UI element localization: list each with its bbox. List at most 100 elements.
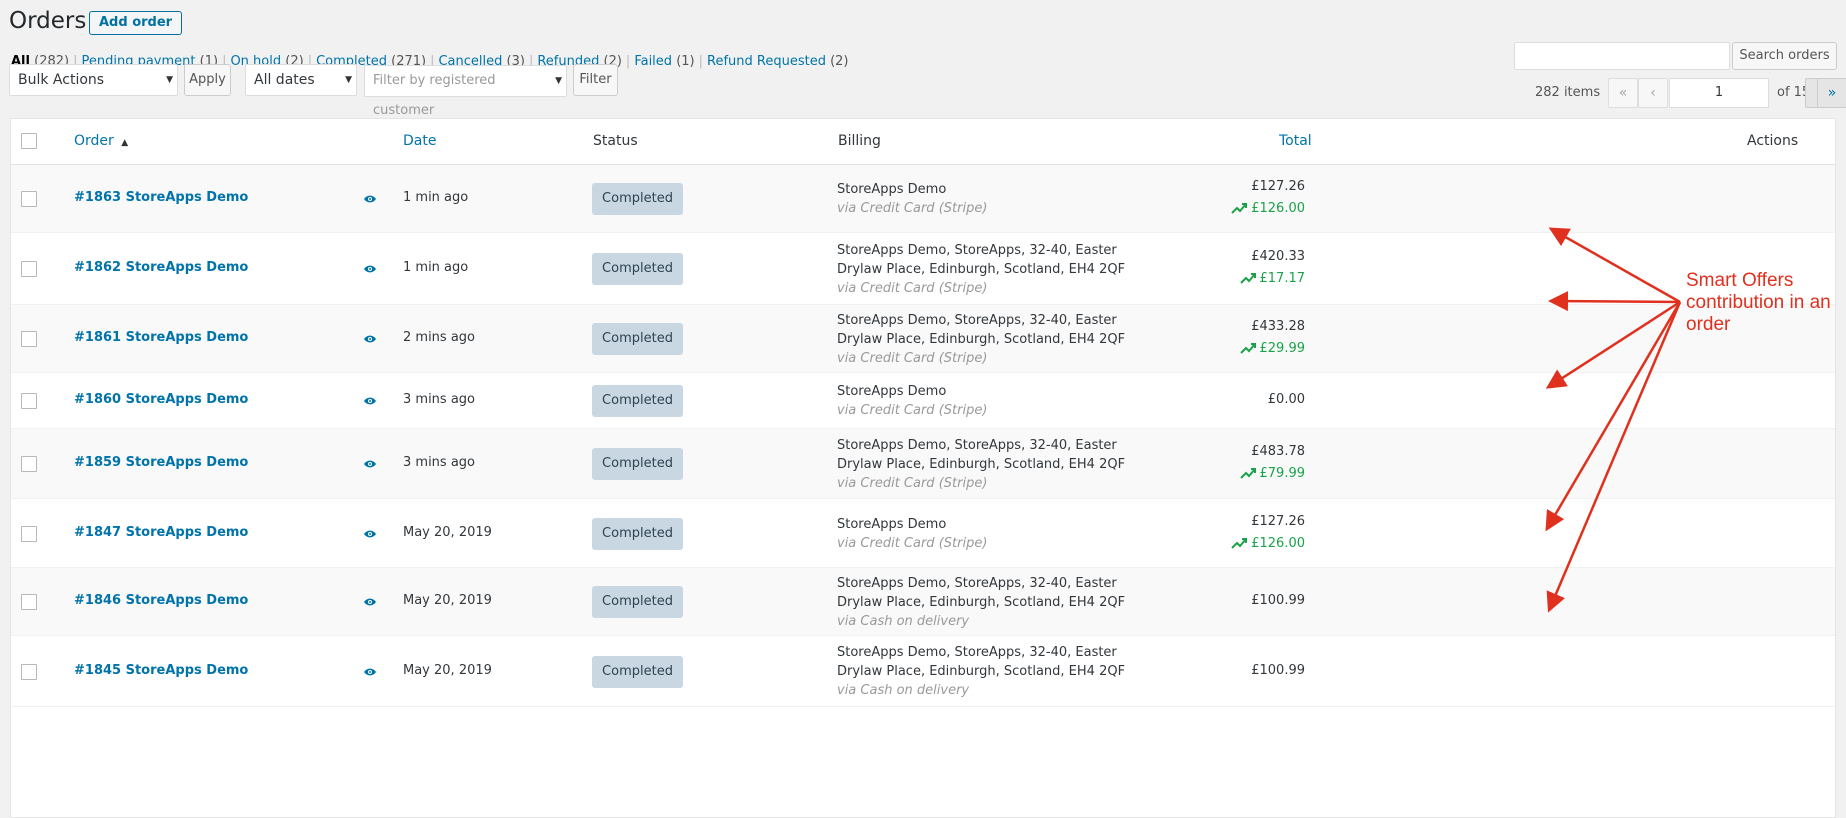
billing-cell: StoreApps Demo, StoreApps, 32-40, Easter…	[837, 241, 1237, 298]
order-link[interactable]: #1845 StoreApps Demo	[74, 663, 248, 678]
order-link[interactable]: #1860 StoreApps Demo	[74, 392, 248, 407]
row-checkbox[interactable]	[21, 663, 37, 680]
eye-icon[interactable]	[363, 529, 377, 539]
date-filter-value: All dates	[254, 72, 315, 88]
row-checkbox[interactable]	[21, 393, 37, 409]
payment-method: via Credit Card (Stripe)	[837, 403, 988, 418]
status-badge: Completed	[592, 323, 683, 355]
billing-cell: StoreApps Demo via Credit Card (Stripe)	[837, 515, 1237, 553]
table-row[interactable]: #1861 StoreApps Demo 2 mins ago Completed S…	[11, 305, 1835, 373]
table-row[interactable]: #1846 StoreApps Demo May 20, 2019 Complete…	[11, 568, 1835, 636]
items-count: 282 items	[1535, 85, 1601, 100]
row-checkbox[interactable]	[21, 331, 37, 347]
status-badge: Completed	[592, 253, 683, 285]
separator: |	[625, 54, 631, 69]
row-checkbox[interactable]	[21, 261, 37, 277]
payment-method: via Credit Card (Stripe)	[837, 535, 988, 551]
column-billing: Billing	[838, 133, 881, 149]
order-link[interactable]: #1847 StoreApps Demo	[74, 525, 248, 540]
status-view-refund-requested: Refund Requested (2)	[707, 54, 849, 69]
apply-button[interactable]: Apply	[184, 64, 231, 96]
eye-icon[interactable]	[363, 396, 377, 406]
eye-icon[interactable]	[363, 334, 377, 344]
contribution-amount: £79.99	[1259, 466, 1306, 481]
sort-ascending-icon: ▲	[121, 138, 129, 148]
table-row[interactable]: #1860 StoreApps Demo 3 mins ago Completed S…	[11, 373, 1835, 429]
order-link[interactable]: #1863 StoreApps Demo	[74, 190, 248, 205]
row-checkbox[interactable]	[21, 525, 37, 542]
table-row[interactable]: #1845 StoreApps Demo May 20, 2019 Complete…	[11, 636, 1835, 707]
order-link[interactable]: #1861 StoreApps Demo	[74, 330, 248, 345]
smart-offers-contribution: £126.00	[1231, 536, 1305, 551]
trending-up-icon	[1231, 537, 1248, 549]
filter-button[interactable]: Filter	[573, 64, 618, 96]
order-total: £0.00	[1267, 392, 1305, 407]
contribution-amount: £126.00	[1251, 201, 1305, 216]
order-link[interactable]: #1862 StoreApps Demo	[74, 260, 248, 275]
trending-up-icon	[1239, 468, 1256, 479]
table-row[interactable]: #1862 StoreApps Demo 1 min ago Completed St…	[11, 233, 1835, 305]
row-checkbox[interactable]	[21, 456, 37, 472]
table-row[interactable]: #1847 StoreApps Demo May 20, 2019 Complete…	[11, 499, 1835, 568]
status-badge: Completed	[592, 183, 683, 215]
order-total: £100.99	[1251, 593, 1305, 608]
eye-icon[interactable]	[363, 667, 377, 677]
billing-address: StoreApps Demo, StoreApps, 32-40, Easter…	[837, 437, 1126, 472]
order-date: May 20, 2019	[403, 593, 492, 608]
order-date: 1 min ago	[403, 190, 469, 205]
order-total: £433.28	[1251, 319, 1305, 334]
smart-offers-annotation: Smart Offers contribution in an order	[1686, 270, 1831, 335]
eye-icon[interactable]	[363, 264, 377, 274]
order-date: May 20, 2019	[403, 662, 492, 678]
select-all-checkbox[interactable]	[21, 133, 37, 149]
column-date[interactable]: Date	[403, 133, 436, 149]
orders-table: Order ▲ Date Status Billing Total Action…	[10, 118, 1836, 818]
status-view-count: (1)	[676, 54, 695, 69]
eye-icon[interactable]	[363, 597, 377, 607]
billing-address: StoreApps Demo, StoreApps, 32-40, Easter…	[837, 645, 1126, 679]
last-page-button[interactable]: »	[1817, 78, 1846, 108]
billing-cell: StoreApps Demo, StoreApps, 32-40, Easter…	[837, 643, 1237, 700]
customer-filter-placeholder: Filter by registered customer	[373, 73, 496, 118]
bulk-actions-select[interactable]: Bulk Actions ▼	[9, 64, 178, 96]
contribution-amount: £17.17	[1259, 271, 1306, 286]
status-view-link[interactable]: Failed	[634, 54, 672, 69]
row-checkbox[interactable]	[21, 594, 37, 610]
dropdown-caret-icon: ▼	[555, 76, 562, 86]
trending-up-icon	[1239, 273, 1256, 284]
eye-icon[interactable]	[363, 459, 377, 469]
dropdown-caret-icon: ▼	[345, 75, 352, 85]
status-view-failed: Failed (1)	[634, 54, 694, 69]
order-link[interactable]: #1859 StoreApps Demo	[74, 455, 248, 470]
table-row[interactable]: #1863 StoreApps Demo 1 min ago Completed St…	[11, 165, 1835, 233]
search-orders-button[interactable]: Search orders	[1732, 42, 1837, 70]
billing-cell: StoreApps Demo, StoreApps, 32-40, Easter…	[837, 436, 1237, 493]
column-order[interactable]: Order ▲	[74, 133, 128, 149]
current-page-input[interactable]: 1	[1669, 78, 1769, 108]
order-link[interactable]: #1846 StoreApps Demo	[74, 593, 248, 608]
order-date: 2 mins ago	[403, 330, 475, 345]
previous-page-button: ‹	[1638, 78, 1668, 108]
table-body: #1863 StoreApps Demo 1 min ago Completed St…	[11, 165, 1835, 707]
row-checkbox[interactable]	[21, 191, 37, 207]
smart-offers-contribution: £29.99	[1239, 341, 1305, 356]
add-order-button[interactable]: Add order	[89, 11, 183, 35]
table-row[interactable]: #1859 StoreApps Demo 3 mins ago Completed S…	[11, 429, 1835, 499]
status-view-link[interactable]: Refund Requested	[707, 54, 826, 69]
column-order-label: Order	[74, 133, 114, 149]
order-date: May 20, 2019	[403, 524, 492, 540]
eye-icon[interactable]	[363, 194, 377, 204]
status-badge: Completed	[592, 586, 683, 618]
order-date: 1 min ago	[403, 260, 469, 275]
column-status: Status	[593, 133, 638, 149]
bulk-actions-value: Bulk Actions	[18, 72, 105, 88]
table-header: Order ▲ Date Status Billing Total Action…	[11, 119, 1835, 165]
order-total: £127.26	[1251, 179, 1305, 194]
search-input[interactable]	[1514, 42, 1730, 70]
payment-method: via Credit Card (Stripe)	[837, 201, 988, 216]
date-filter-select[interactable]: All dates ▼	[245, 64, 357, 96]
column-total[interactable]: Total	[1279, 133, 1312, 149]
billing-name: StoreApps Demo	[837, 516, 947, 532]
customer-filter-select[interactable]: Filter by registered customer ▼	[364, 65, 567, 118]
order-total: £127.26	[1251, 513, 1305, 529]
